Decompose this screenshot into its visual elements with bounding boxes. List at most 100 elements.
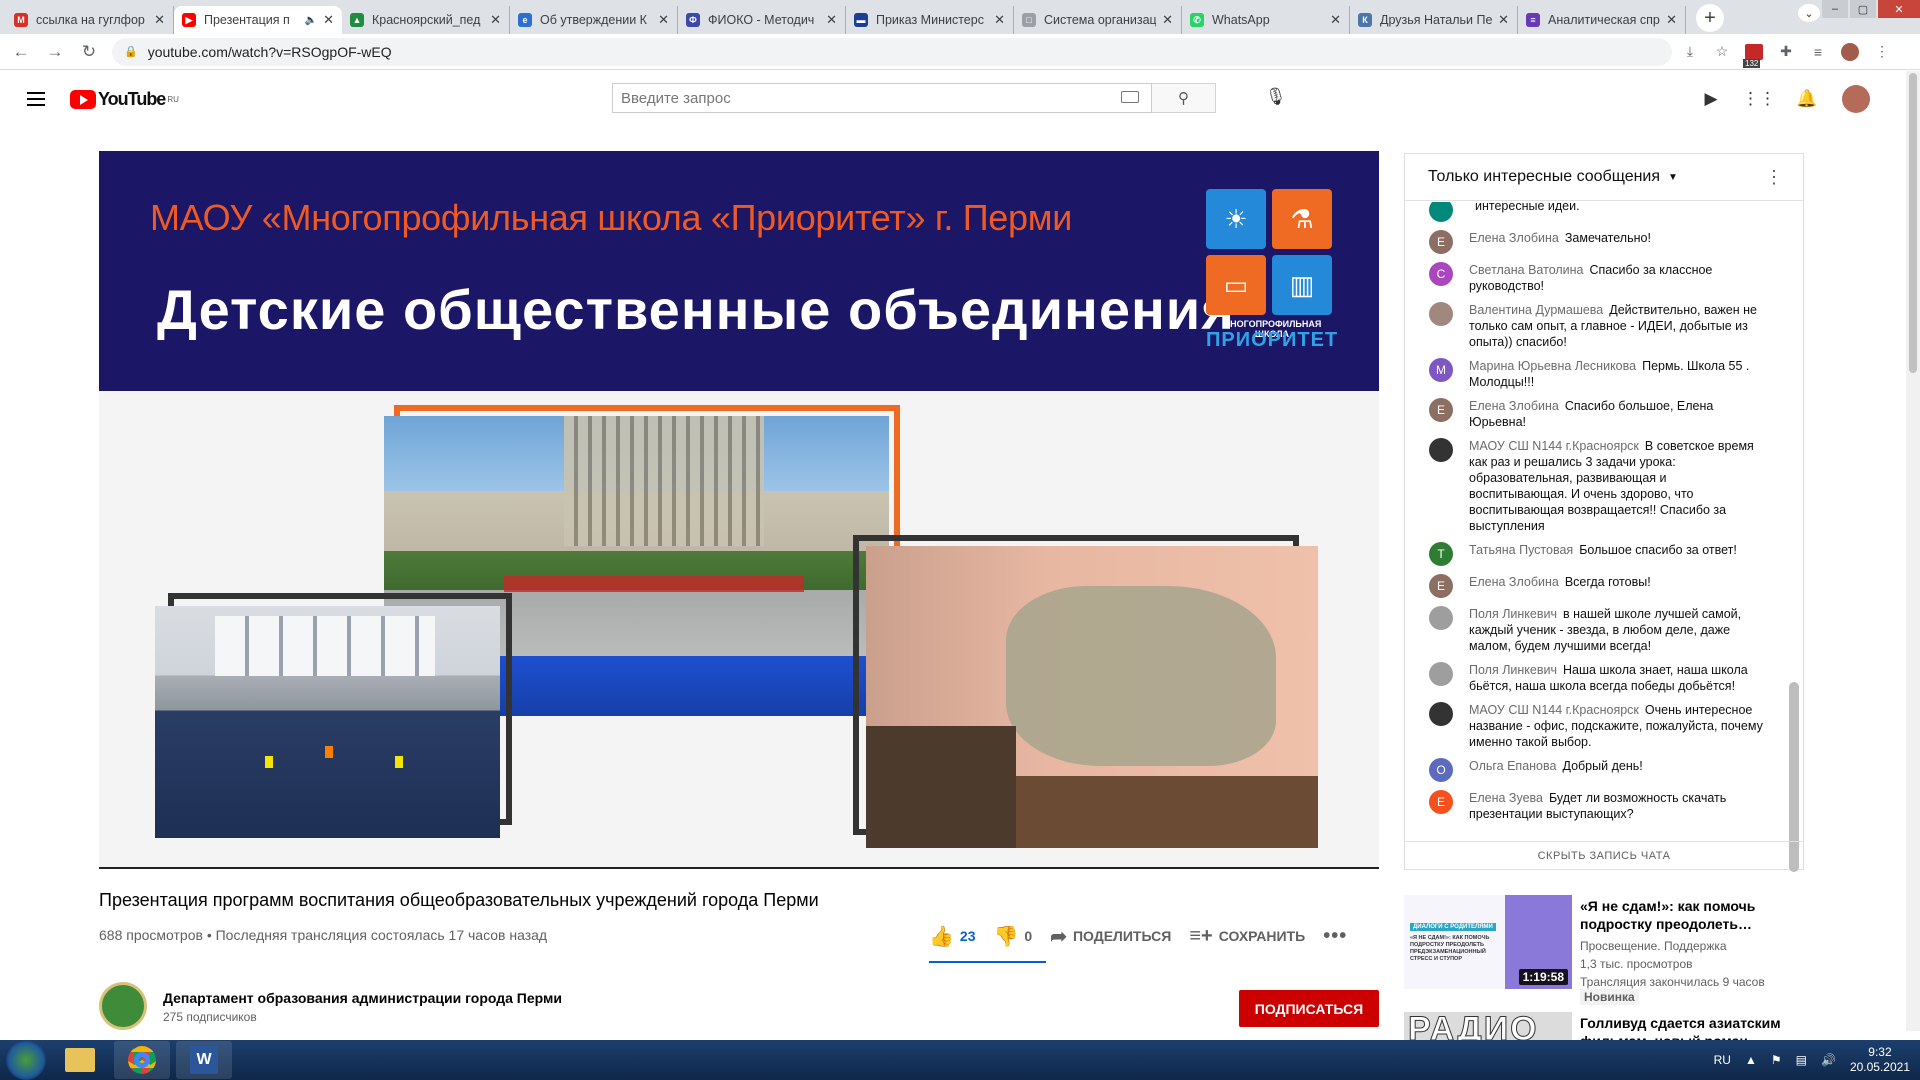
close-tab-icon[interactable]: ✕	[826, 12, 837, 28]
dislike-button[interactable]: 👎 0	[993, 924, 1032, 949]
hide-chat-button[interactable]: СКРЫТЬ ЗАПИСЬ ЧАТА	[1405, 841, 1803, 869]
action-center-flag-icon[interactable]: ⚑	[1771, 1053, 1782, 1067]
forward-button[interactable]: →	[38, 37, 72, 67]
dropdown-arrow-icon[interactable]: ▼	[1668, 172, 1678, 183]
extensions-puzzle-icon[interactable]: ✚	[1772, 38, 1800, 66]
close-tab-icon[interactable]: ✕	[154, 12, 165, 28]
search-input[interactable]: Введите запрос	[612, 83, 1152, 113]
word-icon[interactable]: W	[176, 1041, 232, 1079]
author-avatar[interactable]	[1429, 606, 1453, 630]
author-avatar[interactable]	[1429, 662, 1453, 686]
volume-icon[interactable]: 🔊	[1821, 1053, 1836, 1067]
network-icon[interactable]: ▤	[1796, 1053, 1807, 1067]
reading-list-icon[interactable]: ≡	[1804, 38, 1832, 66]
start-button[interactable]	[6, 1040, 46, 1080]
recommended-channel[interactable]: Просвещение. Поддержка	[1580, 937, 1800, 955]
profile-avatar[interactable]	[1836, 38, 1864, 66]
close-tab-icon[interactable]: ✕	[1330, 12, 1341, 28]
search-button[interactable]: ⚲	[1152, 83, 1216, 113]
notifications-bell-icon[interactable]: 🔔	[1794, 86, 1820, 112]
create-video-icon[interactable]: ▶	[1698, 86, 1724, 112]
author-name[interactable]: Марина Юрьевна Лесникова	[1469, 359, 1636, 373]
chat-scrollbar[interactable]	[1789, 202, 1799, 872]
browser-tab[interactable]: ▲ Красноярский_пед ✕	[342, 6, 510, 34]
browser-tab[interactable]: К Друзья Натальи Пе ✕	[1350, 6, 1518, 34]
author-name[interactable]: Елена Злобина	[1469, 399, 1559, 413]
close-tab-icon[interactable]: ✕	[658, 12, 669, 28]
close-window-button[interactable]: ✕	[1878, 0, 1920, 18]
audio-playing-icon[interactable]: 🔈	[305, 15, 317, 26]
chat-filter-dropdown[interactable]: Только интересные сообщения	[1428, 168, 1660, 186]
author-name[interactable]: Елена Злобина	[1469, 575, 1559, 589]
channel-avatar[interactable]	[99, 982, 147, 1030]
author-name[interactable]: Валентина Дурмашева	[1469, 303, 1603, 317]
close-tab-icon[interactable]: ✕	[1162, 12, 1173, 28]
microphone-icon[interactable]: 🎙	[1265, 87, 1287, 107]
share-button[interactable]: ➦ ПОДЕЛИТЬСЯ	[1050, 924, 1171, 949]
author-avatar[interactable]	[1429, 438, 1453, 462]
maximize-button[interactable]: ▢	[1850, 0, 1876, 18]
author-avatar[interactable]: Е	[1429, 230, 1453, 254]
apps-grid-icon[interactable]: ⋮⋮	[1742, 86, 1776, 112]
author-name[interactable]: Елена Зуева	[1469, 791, 1543, 805]
back-button[interactable]: ←	[4, 37, 38, 67]
reload-button[interactable]: ↻	[72, 37, 106, 67]
author-name[interactable]: Татьяна Пустовая	[1469, 543, 1573, 557]
author-avatar[interactable]: С	[1429, 262, 1453, 286]
author-name[interactable]: Поля Линкевич	[1469, 607, 1557, 621]
author-avatar[interactable]: Т	[1429, 542, 1453, 566]
browser-tab[interactable]: Ф ФИОКО - Методич ✕	[678, 6, 846, 34]
browser-tab[interactable]: ≡ Аналитическая спр ✕	[1518, 6, 1686, 34]
bookmark-star-icon[interactable]: ☆	[1708, 38, 1736, 66]
close-tab-icon[interactable]: ✕	[323, 12, 334, 28]
close-tab-icon[interactable]: ✕	[994, 12, 1005, 28]
extension-calendar-icon[interactable]: 132	[1740, 38, 1768, 68]
author-avatar[interactable]: Е	[1429, 790, 1453, 814]
author-name[interactable]: Поля Линкевич	[1469, 663, 1557, 677]
chat-menu-icon[interactable]: ⋮	[1765, 168, 1783, 186]
browser-tab[interactable]: ✆ WhatsApp ✕	[1182, 6, 1350, 34]
show-hidden-icons[interactable]: ▲	[1745, 1053, 1757, 1067]
like-button[interactable]: 👍 23	[929, 924, 975, 949]
author-avatar[interactable]	[1429, 202, 1453, 222]
youtube-logo[interactable]: YouTube RU	[70, 89, 179, 110]
author-avatar[interactable]	[1429, 702, 1453, 726]
clock[interactable]: 9:32 20.05.2021	[1850, 1045, 1910, 1075]
author-avatar[interactable]: Е	[1429, 574, 1453, 598]
channel-name[interactable]: Департамент образования администрации го…	[163, 990, 562, 1006]
browser-tab[interactable]: ▬ Приказ Министерс ✕	[846, 6, 1014, 34]
account-avatar[interactable]	[1842, 85, 1870, 113]
author-name[interactable]: МАОУ СШ N144 г.Красноярск	[1469, 703, 1639, 717]
author-name[interactable]: Светлана Ватолина	[1469, 263, 1584, 277]
keyboard-icon[interactable]	[1121, 91, 1139, 103]
page-scrollbar[interactable]	[1906, 71, 1920, 1031]
profile-icon[interactable]: ⌄	[1798, 4, 1820, 22]
video-thumbnail[interactable]: ДИАЛОГИ С РОДИТЕЛЯМИ «Я НЕ СДАМ!»: КАК П…	[1404, 895, 1572, 989]
recommended-title[interactable]: Голливуд сдается азиатским фильмам, новы…	[1580, 1014, 1800, 1040]
browser-tab[interactable]: e Об утверждении К ✕	[510, 6, 678, 34]
chrome-icon[interactable]	[114, 1041, 170, 1079]
address-bar[interactable]: 🔒 youtube.com/watch?v=RSOgpOF-wEQ	[112, 37, 1672, 66]
video-thumbnail[interactable]: РАДИО	[1404, 1012, 1572, 1040]
author-name[interactable]: Ольга Епанова	[1469, 759, 1556, 773]
browser-menu-icon[interactable]: ⋮	[1868, 38, 1896, 66]
author-avatar[interactable]: Е	[1429, 398, 1453, 422]
hamburger-menu-icon[interactable]	[24, 87, 48, 111]
recommended-video[interactable]: РАДИО Голливуд сдается азиатским фильмам…	[1404, 1012, 1804, 1040]
browser-tab[interactable]: ▶ Презентация п 🔈 ✕	[174, 6, 342, 34]
author-avatar[interactable]	[1429, 302, 1453, 326]
language-indicator[interactable]: RU	[1714, 1053, 1731, 1067]
browser-tab[interactable]: Mссылка на гуглфор ✕	[6, 6, 174, 34]
close-tab-icon[interactable]: ✕	[1666, 12, 1677, 28]
close-tab-icon[interactable]: ✕	[490, 12, 501, 28]
file-explorer-icon[interactable]	[52, 1041, 108, 1079]
author-avatar[interactable]: О	[1429, 758, 1453, 782]
recommended-title[interactable]: «Я не сдам!»: как помочь подростку преод…	[1580, 897, 1800, 933]
chat-message-list[interactable]: интересные идеи. Е Елена Злобина Замечатель…	[1405, 202, 1789, 842]
author-avatar[interactable]: М	[1429, 358, 1453, 382]
minimize-button[interactable]: –	[1822, 0, 1848, 18]
video-player[interactable]: МАОУ «Многопрофильная школа «Приоритет» …	[99, 151, 1379, 869]
install-icon[interactable]: ⤓	[1676, 38, 1704, 66]
author-name[interactable]: Елена Злобина	[1469, 231, 1559, 245]
author-name[interactable]: МАОУ СШ N144 г.Красноярск	[1469, 439, 1639, 453]
